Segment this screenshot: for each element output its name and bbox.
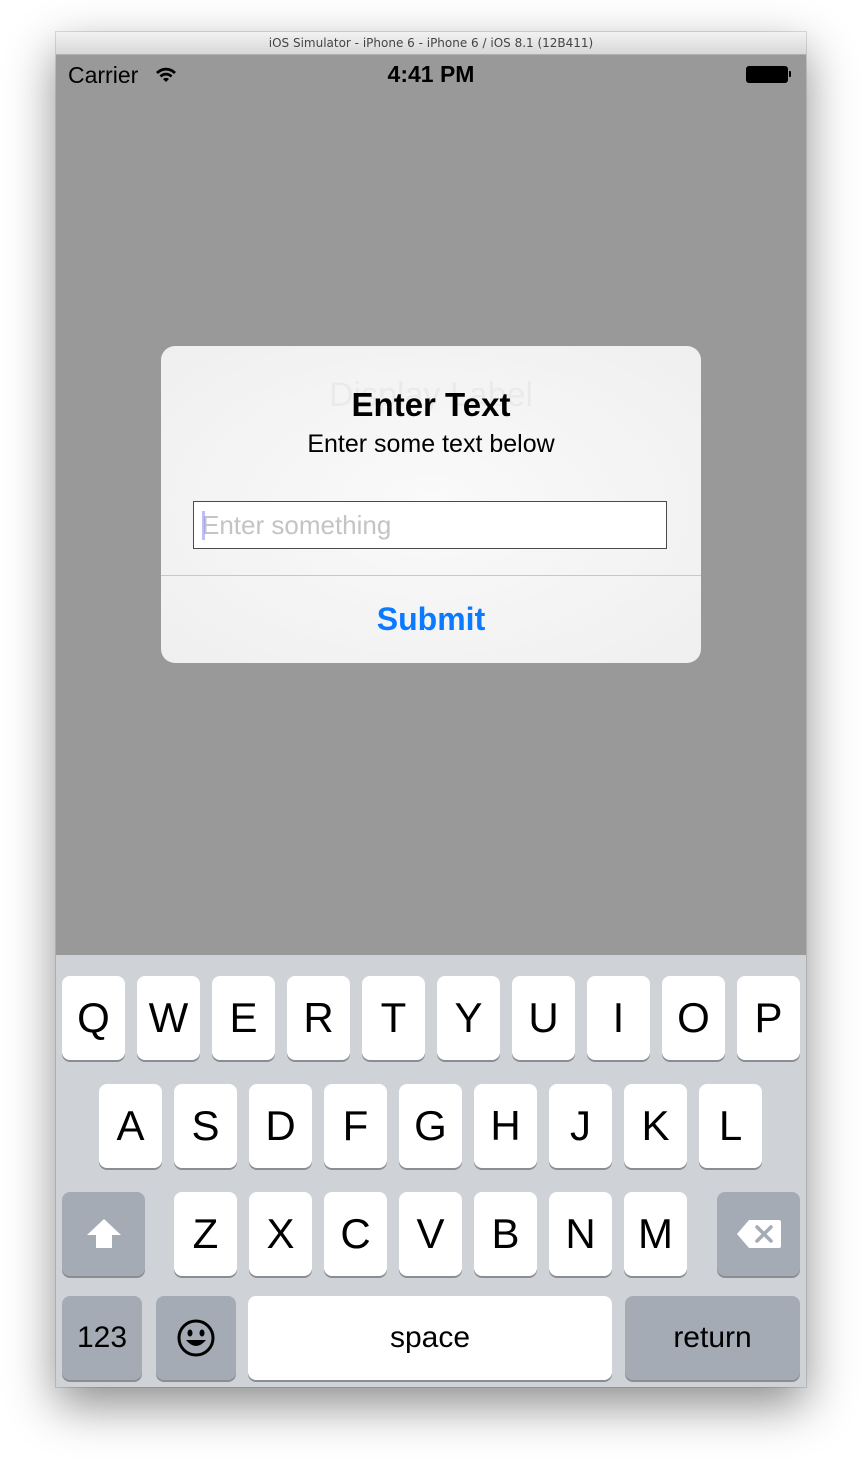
key-m[interactable]: M: [624, 1192, 687, 1276]
key-u[interactable]: U: [512, 976, 575, 1060]
key-s[interactable]: S: [174, 1084, 237, 1168]
alert-dialog: Display Label Enter Text Enter some text…: [161, 346, 701, 663]
key-r[interactable]: R: [287, 976, 350, 1060]
key-b[interactable]: B: [474, 1192, 537, 1276]
key-a[interactable]: A: [99, 1084, 162, 1168]
key-z[interactable]: Z: [174, 1192, 237, 1276]
emoji-key[interactable]: [156, 1296, 236, 1380]
key-n[interactable]: N: [549, 1192, 612, 1276]
emoji-smiley-icon: [177, 1319, 215, 1357]
key-c[interactable]: C: [324, 1192, 387, 1276]
simulator-window: iOS Simulator - iPhone 6 - iPhone 6 / iO…: [56, 32, 806, 1387]
text-cursor: [202, 511, 205, 540]
key-d[interactable]: D: [249, 1084, 312, 1168]
key-i[interactable]: I: [587, 976, 650, 1060]
onscreen-keyboard: Q W E R T Y U I O P A S D F G H J K L Z …: [56, 955, 806, 1387]
space-key[interactable]: space: [248, 1296, 612, 1380]
alert-title: Enter Text: [351, 386, 511, 423]
key-w[interactable]: W: [137, 976, 200, 1060]
key-q[interactable]: Q: [62, 976, 125, 1060]
numbers-key[interactable]: 123: [62, 1296, 142, 1380]
status-time: 4:41 PM: [387, 61, 475, 87]
device-screen: Carrier 4:41 PM Display Label Enter Text…: [56, 55, 806, 1387]
key-v[interactable]: V: [399, 1192, 462, 1276]
window-title: iOS Simulator - iPhone 6 - iPhone 6 / iO…: [56, 32, 806, 55]
return-key[interactable]: return: [625, 1296, 800, 1380]
key-e[interactable]: E: [212, 976, 275, 1060]
key-f[interactable]: F: [324, 1084, 387, 1168]
backspace-icon: [736, 1220, 781, 1248]
key-g[interactable]: G: [399, 1084, 462, 1168]
key-p[interactable]: P: [737, 976, 800, 1060]
key-y[interactable]: Y: [437, 976, 500, 1060]
delete-key[interactable]: [717, 1192, 800, 1276]
key-k[interactable]: K: [624, 1084, 687, 1168]
battery-icon: [746, 66, 791, 83]
submit-button[interactable]: Submit: [161, 576, 701, 663]
key-t[interactable]: T: [362, 976, 425, 1060]
alert-text-input[interactable]: [193, 501, 667, 549]
status-bar: Carrier 4:41 PM: [56, 55, 806, 95]
shift-key[interactable]: [62, 1192, 145, 1276]
key-o[interactable]: O: [662, 976, 725, 1060]
key-l[interactable]: L: [699, 1084, 762, 1168]
key-x[interactable]: X: [249, 1192, 312, 1276]
key-h[interactable]: H: [474, 1084, 537, 1168]
shift-arrow-icon: [86, 1219, 121, 1248]
key-j[interactable]: J: [549, 1084, 612, 1168]
alert-message: Enter some text below: [307, 430, 555, 458]
